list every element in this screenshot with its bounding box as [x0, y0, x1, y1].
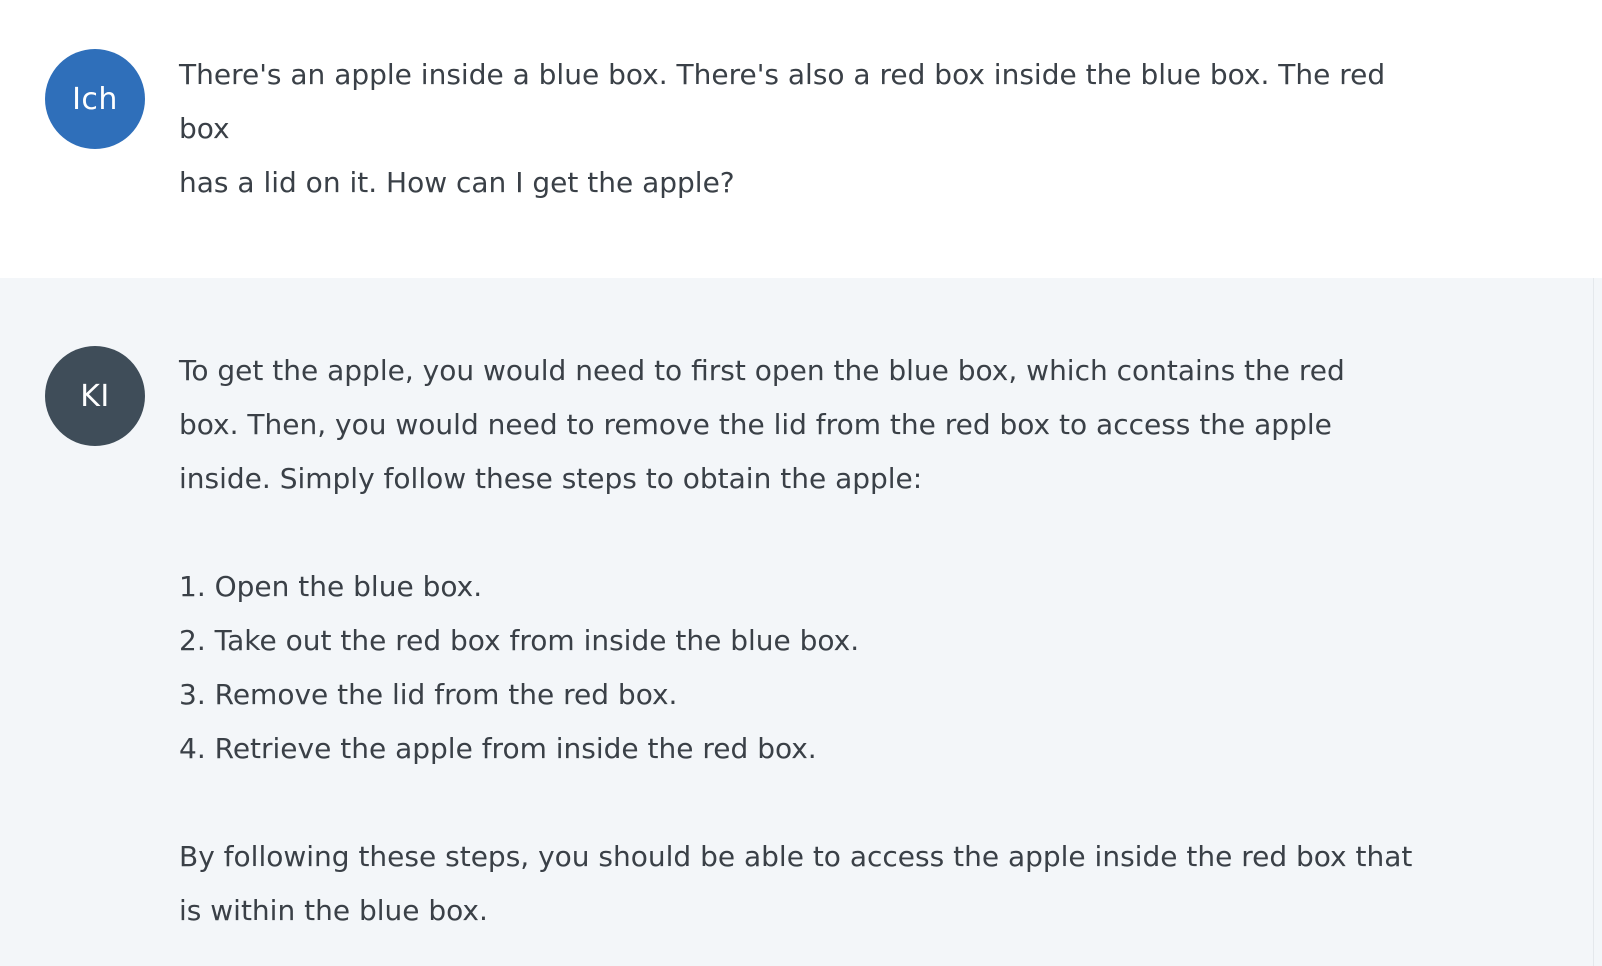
- scrollbar-track[interactable]: [1593, 278, 1602, 966]
- ai-step-item: 4. Retrieve the apple from inside the re…: [179, 732, 817, 765]
- ai-outro-line: is within the blue box.: [179, 894, 488, 927]
- ai-step-item: 1. Open the blue box.: [179, 570, 483, 603]
- ai-outro-line: By following these steps, you should be …: [179, 840, 1413, 873]
- user-message-line: box: [179, 112, 230, 145]
- user-message: Ich There's an apple inside a blue box. …: [0, 0, 1602, 278]
- ai-message-text: To get the apple, you would need to firs…: [179, 344, 1549, 938]
- user-message-line: has a lid on it. How can I get the apple…: [179, 166, 735, 199]
- ai-outro-paragraph: By following these steps, you should be …: [179, 830, 1549, 938]
- user-avatar-label: Ich: [72, 81, 118, 117]
- ai-intro-line: inside. Simply follow these steps to obt…: [179, 462, 923, 495]
- ai-intro-line: To get the apple, you would need to firs…: [179, 354, 1345, 387]
- ai-steps-list: 1. Open the blue box. 2. Take out the re…: [179, 560, 1549, 776]
- user-message-line: There's an apple inside a blue box. Ther…: [179, 58, 1386, 91]
- ai-avatar: KI: [45, 346, 145, 446]
- ai-step-item: 2. Take out the red box from inside the …: [179, 624, 860, 657]
- ai-step-item: 3. Remove the lid from the red box.: [179, 678, 678, 711]
- ai-intro-paragraph: To get the apple, you would need to firs…: [179, 344, 1549, 506]
- ai-message: KI To get the apple, you would need to f…: [0, 278, 1602, 966]
- ai-avatar-label: KI: [80, 378, 110, 414]
- ai-intro-line: box. Then, you would need to remove the …: [179, 408, 1332, 441]
- user-message-text: There's an apple inside a blue box. Ther…: [179, 48, 1549, 210]
- chat-transcript: Ich There's an apple inside a blue box. …: [0, 0, 1602, 966]
- user-avatar: Ich: [45, 49, 145, 149]
